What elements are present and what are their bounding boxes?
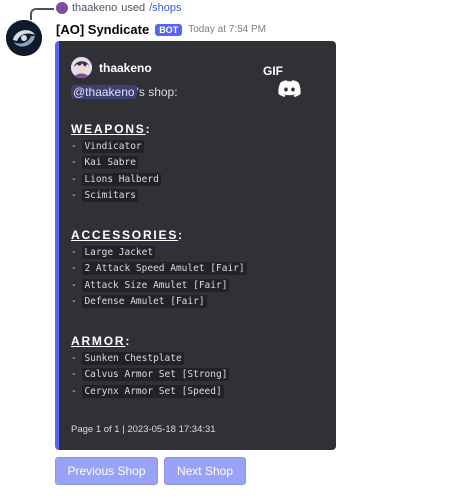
item-name: Defense Amulet [Fair] <box>82 295 207 308</box>
section-title-text: WEAPONS <box>71 122 146 136</box>
list-item: - Defense Amulet [Fair] <box>71 295 207 308</box>
replied-username[interactable]: thaakeno <box>72 2 117 14</box>
item-name: Lions Halberd <box>82 173 161 186</box>
item-name: Scimitars <box>82 189 138 202</box>
discord-logo-icon <box>278 80 301 97</box>
section-title-armor: ARMOR: <box>71 334 132 348</box>
section-title-accessories: ACCESSORIES: <box>71 228 184 242</box>
embed-description: @thaakeno's shop: <box>71 85 178 99</box>
reply-connector <box>30 8 54 20</box>
list-item: - Lions Halberd <box>71 173 161 186</box>
list-item: - Sunken Chestplate <box>71 352 184 365</box>
message-header: [AO] Syndicate BOT Today at 7:54 PM <box>56 22 266 37</box>
user-avatar-icon <box>71 57 92 78</box>
reply-used-text: used <box>121 2 146 14</box>
author-avatar[interactable] <box>71 57 92 78</box>
section-title-text: ACCESSORIES <box>71 228 179 242</box>
message-author[interactable]: [AO] Syndicate <box>56 22 149 37</box>
item-name: 2 Attack Speed Amulet [Fair] <box>82 262 247 275</box>
list-item: - Vindicator <box>71 140 144 153</box>
list-item: - Calvus Armor Set [Strong] <box>71 368 230 381</box>
item-name: Vindicator <box>82 140 144 153</box>
item-name: Calvus Armor Set [Strong] <box>82 368 230 381</box>
section-title-weapons: WEAPONS: <box>71 122 152 136</box>
list-item: - Scimitars <box>71 189 138 202</box>
bot-badge: BOT <box>155 23 183 36</box>
item-name: Cerynx Armor Set [Speed] <box>82 385 224 398</box>
item-name: Kai Sabre <box>82 156 138 169</box>
item-name: Attack Size Amulet [Fair] <box>82 279 230 292</box>
list-item: - Large Jacket <box>71 246 156 259</box>
user-mention[interactable]: @thaakeno <box>71 85 137 99</box>
replied-user-avatar <box>56 2 68 14</box>
list-item: - Attack Size Amulet [Fair] <box>71 279 230 292</box>
shop-embed: thaakeno GIF @thaakeno's shop: WEAPONS: … <box>55 41 336 450</box>
gif-label: GIF <box>263 64 283 78</box>
bot-avatar[interactable] <box>6 20 42 56</box>
list-item: - Kai Sabre <box>71 156 138 169</box>
description-suffix: 's shop: <box>136 85 178 99</box>
next-shop-button[interactable]: Next Shop <box>164 457 246 485</box>
item-name: Sunken Chestplate <box>82 352 184 365</box>
message-timestamp: Today at 7:54 PM <box>188 24 267 35</box>
previous-shop-button[interactable]: Previous Shop <box>55 457 158 485</box>
list-item: - Cerynx Armor Set [Speed] <box>71 385 224 398</box>
item-name: Large Jacket <box>82 246 156 259</box>
section-title-text: ARMOR <box>71 334 126 348</box>
embed-author-name[interactable]: thaakeno <box>99 61 152 75</box>
reply-command[interactable]: /shops <box>149 2 181 14</box>
embed-author: thaakeno <box>71 57 152 78</box>
list-item: - 2 Attack Speed Amulet [Fair] <box>71 262 247 275</box>
syndicate-logo-icon <box>6 20 42 56</box>
reply-reference[interactable]: thaakeno used /shops <box>56 2 182 14</box>
embed-footer: Page 1 of 1 | 2023-05-18 17:34:31 <box>71 424 216 435</box>
